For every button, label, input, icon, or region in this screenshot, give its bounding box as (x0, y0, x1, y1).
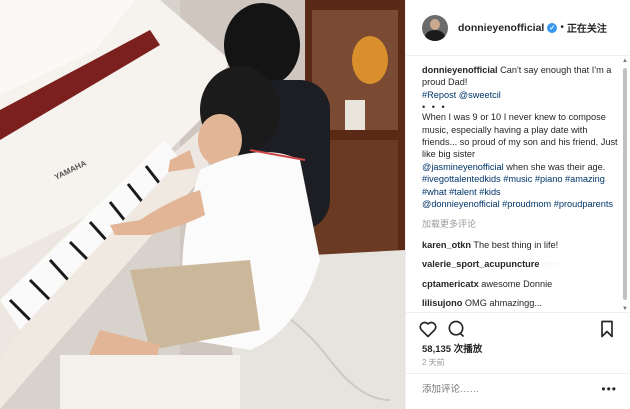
comment-text: OMG ahmazingg... (465, 298, 542, 308)
scroll-up-arrow-icon[interactable]: ▲ (622, 58, 628, 64)
comments-scrollbar[interactable]: ▲ ▼ (622, 58, 628, 312)
comment-text: The best thing in life! (473, 240, 558, 250)
instagram-post-window: YAMAHA donnieyenofficial ✓ • 正在关注 donnie… (0, 0, 630, 409)
add-comment-bar: ••• (406, 373, 630, 409)
post-timestamp[interactable]: 2 天前 (422, 357, 445, 368)
avatar[interactable] (422, 15, 448, 41)
comment-icon[interactable] (446, 319, 466, 339)
caption-body-2: when she was their age. (506, 162, 605, 172)
mention-link[interactable]: @donnieyenofficial (422, 199, 500, 209)
video-still-icon: YAMAHA (0, 0, 405, 409)
hashtag-list[interactable]: #proudmom #proudparents (502, 199, 613, 209)
comments-list: donnieyenofficial Can't say enough that … (422, 64, 622, 309)
caption-username[interactable]: donnieyenofficial (422, 65, 498, 75)
comment-username[interactable]: lilisujono (422, 298, 462, 308)
verified-badge-icon: ✓ (547, 23, 557, 33)
comment-username[interactable]: valerie_sport_acupuncture (422, 259, 539, 269)
post-video[interactable]: YAMAHA (0, 0, 405, 409)
mention-link[interactable]: @jasmineyenofficial (422, 162, 504, 172)
comment-item: cptamericatx awesome Donnie (422, 278, 622, 290)
hashtag-list[interactable]: #ivegottalentedkids #music #piano #amazi… (422, 174, 605, 196)
add-comment-input[interactable] (422, 384, 602, 395)
views-count[interactable]: 58,135 次播放 (422, 341, 482, 355)
bookmark-icon[interactable] (597, 319, 617, 339)
post-header: donnieyenofficial ✓ • 正在关注 (406, 0, 630, 56)
comment-username[interactable]: cptamericatx (422, 279, 479, 289)
comment-text: ◌◌◌ (542, 259, 558, 269)
caption-dots: • • • (422, 103, 622, 111)
comment-item: lilisujono OMG ahmazingg... (422, 297, 622, 309)
follow-button[interactable]: 正在关注 (567, 20, 607, 35)
load-more-comments-link[interactable]: 加载更多评论 (422, 218, 622, 230)
repost-user-link[interactable]: @sweetcil (459, 90, 501, 100)
heart-icon[interactable] (418, 319, 438, 339)
comment-text: awesome Donnie (481, 279, 552, 289)
caption: donnieyenofficial Can't say enough that … (422, 64, 622, 210)
header-username[interactable]: donnieyenofficial (458, 22, 544, 34)
more-options-icon[interactable]: ••• (601, 382, 617, 396)
post-side-panel: donnieyenofficial ✓ • 正在关注 donnieyenoffi… (405, 0, 630, 409)
post-actions (406, 312, 630, 342)
caption-body: When I was 9 or 10 I never knew to compo… (422, 112, 618, 159)
comment-item: valerie_sport_acupuncture ◌◌◌ (422, 258, 622, 270)
comment-username[interactable]: karen_otkn (422, 240, 471, 250)
header-separator: • (560, 22, 564, 33)
repost-hashtag[interactable]: #Repost (422, 90, 456, 100)
comment-item: karen_otkn The best thing in life! (422, 239, 622, 251)
scroll-thumb[interactable] (623, 68, 627, 300)
